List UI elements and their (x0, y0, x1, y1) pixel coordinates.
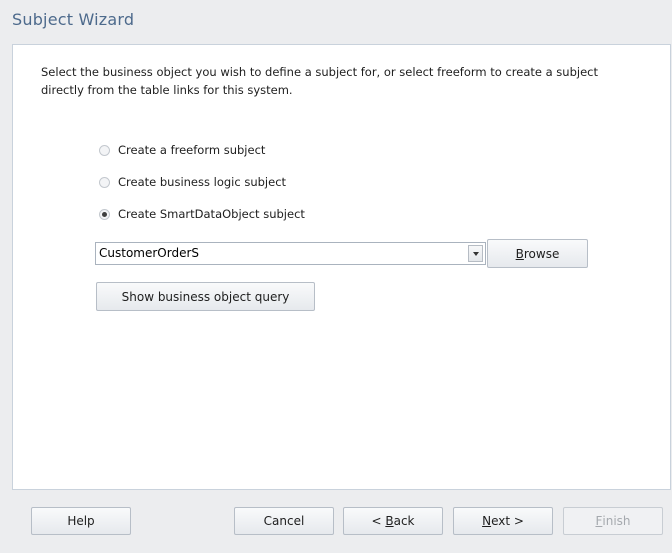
finish-button[interactable]: Finish (563, 507, 663, 535)
radio-button-unselected[interactable] (99, 144, 110, 156)
back-prefix: < (371, 514, 386, 528)
business-object-combo[interactable]: CustomerOrderS (95, 242, 486, 265)
browse-button[interactable]: Browse (487, 239, 588, 268)
radio-label: Create business logic subject (118, 175, 287, 189)
radio-button-unselected[interactable] (99, 176, 110, 188)
show-query-label: Show business object query (121, 289, 290, 304)
chevron-down-icon (472, 251, 479, 256)
browse-label-rest: rowse (523, 246, 560, 261)
radio-button-selected[interactable] (99, 208, 110, 220)
next-label-rest: ext > (491, 514, 524, 528)
radio-label: Create SmartDataObject subject (118, 207, 305, 221)
radio-smartdataobject-subject[interactable]: Create SmartDataObject subject (99, 205, 305, 223)
radio-label: Create a freeform subject (118, 143, 266, 157)
next-button[interactable]: Next > (453, 507, 553, 535)
dropdown-button[interactable] (468, 245, 483, 262)
finish-mnemonic: F (595, 514, 603, 528)
help-button[interactable]: Help (31, 507, 131, 535)
help-label: Help (67, 514, 95, 528)
radio-freeform-subject[interactable]: Create a freeform subject (99, 141, 265, 159)
cancel-button[interactable]: Cancel (234, 507, 334, 535)
combo-value: CustomerOrderS (99, 246, 200, 260)
finish-label-rest: inish (602, 514, 631, 528)
radio-selected-dot (102, 211, 107, 217)
cancel-label: Cancel (263, 514, 305, 528)
wizard-panel: Select the business object you wish to d… (12, 44, 671, 490)
instruction-text: Select the business object you wish to d… (41, 65, 598, 97)
title-bar: Subject Wizard (0, 0, 672, 40)
back-button[interactable]: < Back (343, 507, 443, 535)
back-mnemonic: B (385, 514, 394, 528)
next-mnemonic: N (482, 514, 492, 528)
show-business-object-query-button[interactable]: Show business object query (96, 282, 315, 311)
back-label-rest: ack (393, 514, 415, 528)
browse-mnemonic: B (515, 246, 524, 261)
radio-business-logic-subject[interactable]: Create business logic subject (99, 173, 286, 191)
window-title: Subject Wizard (12, 10, 135, 29)
